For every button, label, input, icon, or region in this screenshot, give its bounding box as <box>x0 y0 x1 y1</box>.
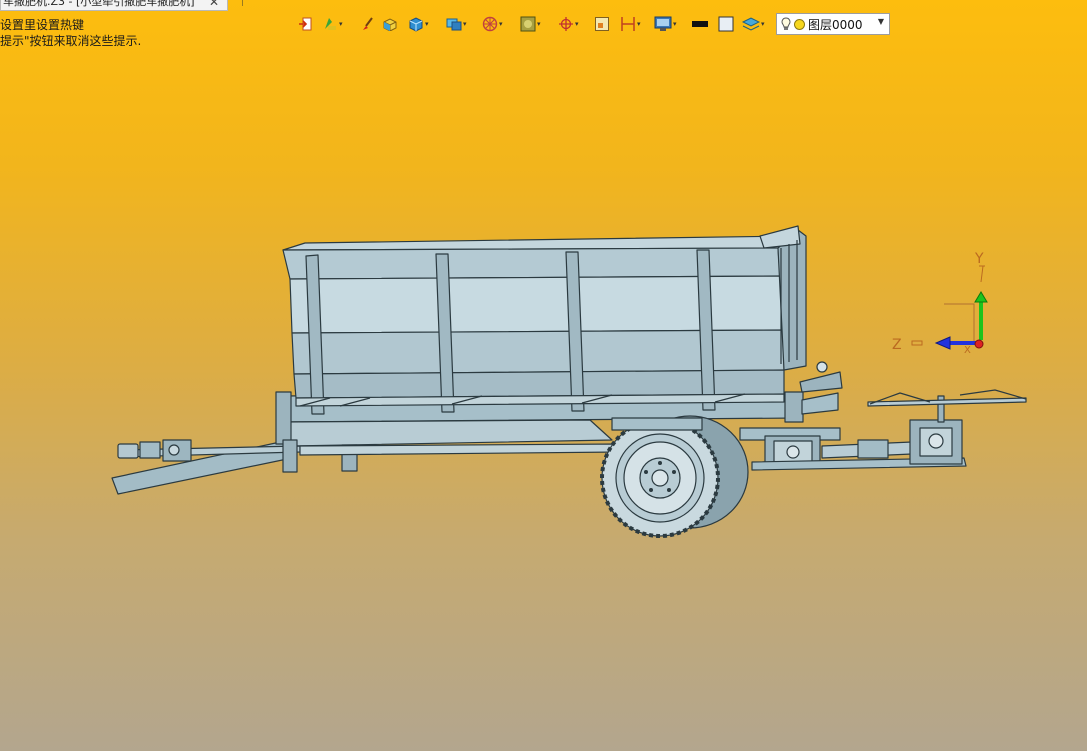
trailer-model <box>111 225 1027 538</box>
x-axis-point <box>974 339 984 349</box>
y-arrowhead-icon <box>974 291 988 303</box>
model-viewport[interactable]: Y Z X <box>0 0 1087 751</box>
hopper-box <box>282 225 807 415</box>
z-axis-label: Z <box>892 337 902 353</box>
axis-triad: Y Z X <box>892 251 988 356</box>
x-axis-label: X <box>964 345 971 356</box>
drawbar <box>111 439 301 495</box>
z-arrowhead-icon <box>934 336 951 350</box>
y-axis-label: Y <box>974 251 984 267</box>
triad-box <box>944 303 975 342</box>
wheel-assembly <box>600 415 749 538</box>
